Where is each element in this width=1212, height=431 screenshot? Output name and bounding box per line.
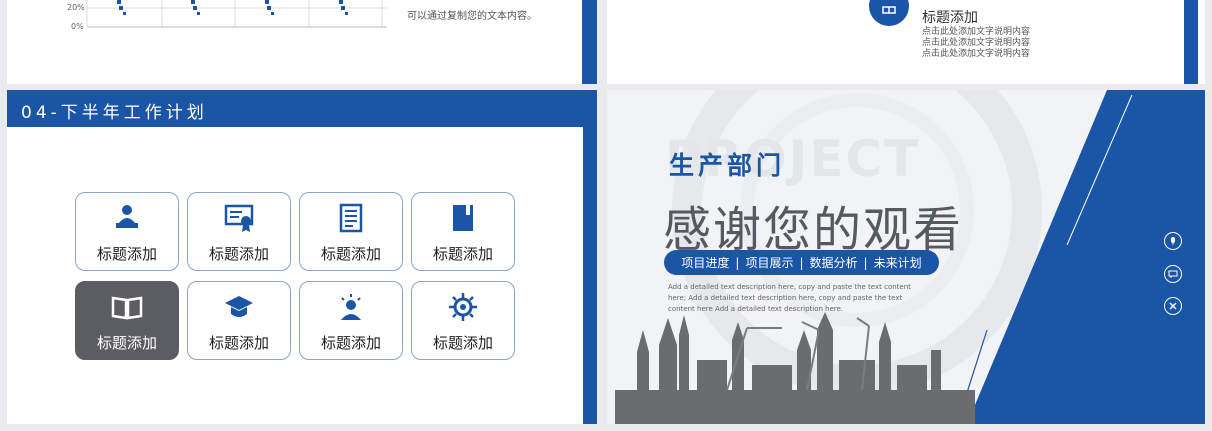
accent-bar — [583, 0, 597, 84]
axis-label-0: 0% — [71, 22, 84, 31]
nav-item-showcase[interactable]: 项目展示 — [745, 254, 793, 271]
card-5[interactable]: 标题添加 — [75, 281, 179, 360]
card-7[interactable]: 标题添加 — [299, 281, 403, 360]
virus-gear-icon — [412, 292, 514, 322]
card-2[interactable]: 标题添加 — [187, 192, 291, 271]
card-6[interactable]: 标题添加 — [187, 281, 291, 360]
department-title: 生产部门 — [669, 151, 786, 180]
feature-title: 标题添加 — [922, 10, 978, 26]
feature-line-3: 点击此处添加文字说明内容 — [922, 49, 1031, 59]
description: Add a detailed text description here, co… — [668, 283, 911, 313]
card-label: 标题添加 — [320, 334, 381, 352]
card-3[interactable]: 标题添加 — [299, 192, 403, 271]
nav-item-future[interactable]: 未来计划 — [874, 254, 922, 271]
separator: | — [735, 255, 740, 270]
tools-icon[interactable] — [1164, 297, 1182, 315]
card-label: 标题添加 — [208, 334, 269, 352]
accent-bar — [1184, 0, 1198, 84]
nav-item-progress[interactable]: 项目进度 — [681, 254, 729, 271]
card-label: 标题添加 — [208, 245, 269, 263]
person-laptop-icon — [76, 203, 178, 233]
card-label: 标题添加 — [432, 334, 493, 352]
idea-person-icon — [300, 292, 402, 322]
notebook-icon — [412, 203, 514, 233]
chat-icon[interactable] — [1164, 265, 1182, 283]
microphone-icon[interactable] — [1164, 232, 1182, 250]
document-list-icon — [300, 203, 402, 233]
axis-label-20: 20% — [67, 3, 85, 12]
open-book-icon — [76, 292, 178, 322]
separator: | — [863, 255, 868, 270]
card-8[interactable]: 标题添加 — [411, 281, 515, 360]
thanks-slide: PROJECT 生产部门 感谢您的观看 项目进度 | 项目展示 | 数据分析 |… — [607, 90, 1205, 424]
certificate-icon — [188, 203, 290, 233]
feature-line-2: 点击此处添加文字说明内容 — [922, 38, 1031, 48]
section-header: 04-下半年工作计划 — [7, 90, 597, 127]
card-label: 标题添加 — [96, 245, 157, 263]
card-4[interactable]: 标题添加 — [411, 192, 515, 271]
separator: | — [799, 255, 804, 270]
chart-note: 可以通过复制您的文本内容。 — [407, 11, 537, 22]
nav-item-analysis[interactable]: 数据分析 — [810, 254, 858, 271]
card-1[interactable]: 标题添加 — [75, 192, 179, 271]
book-icon — [869, 0, 909, 26]
nav-pill: 项目进度 | 项目展示 | 数据分析 | 未来计划 — [664, 250, 939, 275]
card-label: 标题添加 — [432, 245, 493, 263]
card-label: 标题添加 — [96, 334, 157, 352]
feature-slide: 标题添加 点击此处添加文字说明内容 点击此处添加文字说明内容 点击此处添加文字说… — [607, 0, 1205, 84]
accent-bar — [583, 127, 597, 424]
feature-line-1: 点击此处添加文字说明内容 — [922, 27, 1031, 37]
chart-slide: 20% 0% 可以通过复制您的文本内容。 — [7, 0, 597, 84]
plan-slide: 04-下半年工作计划 标题添加 标题添加 标题添加 标题添加 标题添加 标题添加… — [7, 90, 597, 424]
section-title: 04-下半年工作计划 — [21, 103, 208, 123]
graduation-cap-icon — [188, 292, 290, 322]
card-label: 标题添加 — [320, 245, 381, 263]
